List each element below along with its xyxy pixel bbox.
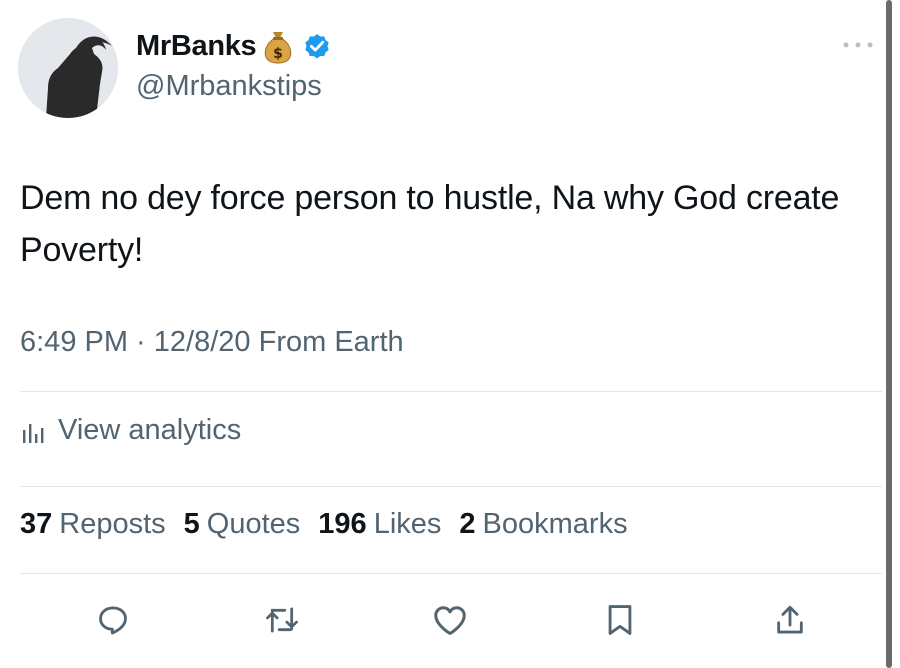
stat-label: Bookmarks bbox=[482, 508, 628, 540]
likes-stat[interactable]: 196 Likes bbox=[318, 508, 441, 541]
goat-silhouette-icon bbox=[18, 18, 118, 118]
stat-count: 5 bbox=[183, 508, 200, 540]
view-analytics-label: View analytics bbox=[58, 414, 242, 446]
author-handle[interactable]: @Mrbankstips bbox=[136, 70, 322, 103]
share-icon bbox=[777, 605, 803, 634]
divider bbox=[20, 573, 882, 574]
avatar[interactable] bbox=[18, 18, 118, 118]
stat-count: 196 bbox=[318, 508, 367, 540]
tweet-source: From Earth bbox=[250, 326, 404, 358]
stat-count: 2 bbox=[459, 508, 476, 540]
reply-button[interactable] bbox=[91, 598, 135, 642]
stat-label: Quotes bbox=[206, 508, 301, 540]
verified-badge-icon bbox=[305, 34, 330, 59]
svg-text:$: $ bbox=[274, 46, 284, 62]
bar-chart-icon bbox=[23, 423, 44, 443]
action-bar bbox=[0, 598, 882, 642]
stat-label: Likes bbox=[373, 508, 442, 540]
money-bag-icon: $ bbox=[265, 32, 292, 64]
repost-button[interactable] bbox=[260, 598, 304, 642]
tweet-text: Dem no dey force person to hustle, Na wh… bbox=[20, 179, 840, 269]
author-name-row: MrBanks $ bbox=[136, 26, 332, 66]
share-button[interactable] bbox=[768, 598, 812, 642]
like-icon bbox=[434, 606, 466, 635]
like-button[interactable] bbox=[428, 598, 472, 642]
quotes-stat[interactable]: 5 Quotes bbox=[184, 508, 301, 541]
tweet-card: MrBanks $ @Mrbankstips Dem no dey force … bbox=[0, 0, 882, 668]
divider bbox=[20, 391, 882, 392]
reply-icon bbox=[99, 606, 127, 635]
tweet-meta: 6:49 PM · 12/8/20 From Earth bbox=[20, 326, 404, 359]
tweet-time[interactable]: 6:49 PM bbox=[20, 326, 128, 358]
tweet-date[interactable]: 12/8/20 bbox=[154, 326, 251, 358]
repost-icon bbox=[266, 607, 298, 633]
stat-count: 37 bbox=[20, 508, 53, 540]
engagement-stats: 37 Reposts 5 Quotes 196 Likes 2 Bookmarks bbox=[20, 508, 646, 541]
scrollbar[interactable] bbox=[886, 0, 892, 668]
view-analytics-link[interactable]: View analytics bbox=[20, 414, 241, 447]
bookmark-button[interactable] bbox=[598, 598, 642, 642]
divider bbox=[20, 486, 882, 487]
display-name[interactable]: MrBanks bbox=[136, 30, 257, 63]
bookmark-icon bbox=[608, 605, 632, 635]
more-options-icon[interactable] bbox=[840, 38, 876, 52]
stat-label: Reposts bbox=[59, 508, 166, 540]
meta-separator: · bbox=[128, 326, 154, 358]
bookmarks-stat[interactable]: 2 Bookmarks bbox=[459, 508, 627, 541]
reposts-stat[interactable]: 37 Reposts bbox=[20, 508, 166, 541]
